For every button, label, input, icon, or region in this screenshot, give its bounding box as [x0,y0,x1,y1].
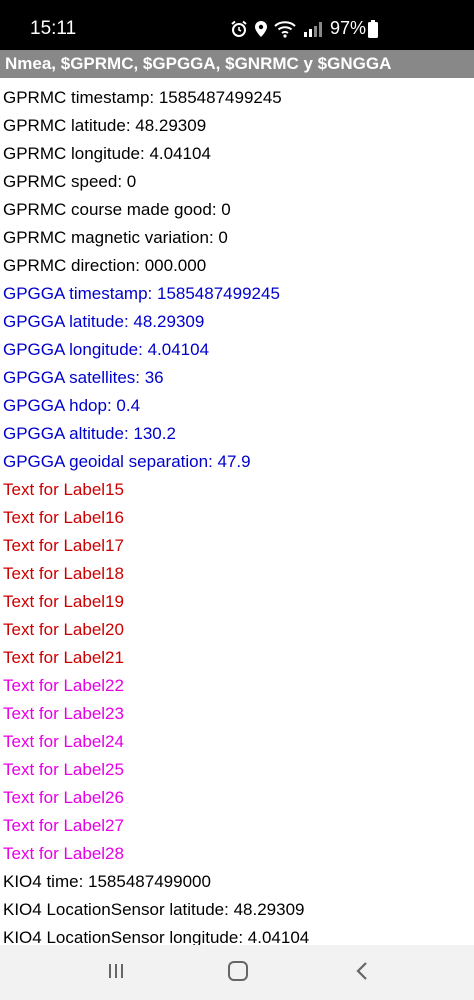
label-12: GPGGA hdop: 0.4 [3,396,141,415]
label-27: Text for Label27 [3,816,124,835]
signal-icon [302,20,324,38]
label-21: Text for Label21 [3,648,124,667]
back-button[interactable] [342,959,382,987]
label-30: KIO4 LocationSensor latitude: 48.29309 [3,900,305,919]
label-9: GPGGA latitude: 48.29309 [3,312,205,331]
label-list[interactable]: GPRMC timestamp: 1585487499245 GPRMC lati… [0,78,474,945]
label-3: GPRMC longitude: 4.04104 [3,144,211,163]
home-button[interactable] [218,959,258,987]
label-19: Text for Label19 [3,592,124,611]
label-11: GPGGA satellites: 36 [3,368,164,387]
label-25: Text for Label25 [3,760,124,779]
status-bar: 15:11 97% [0,0,474,50]
label-5: GPRMC course made good: 0 [3,200,231,219]
label-24: Text for Label24 [3,732,124,751]
status-time: 15:11 [30,18,77,39]
status-icons [230,18,324,40]
navigation-bar [0,945,474,1000]
label-31: KIO4 LocationSensor longitude: 4.04104 [3,928,310,945]
location-icon [254,20,268,38]
label-10: GPGGA longitude: 4.04104 [3,340,210,359]
label-29: KIO4 time: 1585487499000 [3,872,211,891]
label-6: GPRMC magnetic variation: 0 [3,228,228,247]
label-16: Text for Label16 [3,508,124,527]
label-13: GPGGA altitude: 130.2 [3,424,176,443]
label-20: Text for Label20 [3,620,124,639]
battery-icon [368,20,378,43]
label-28: Text for Label28 [3,844,124,863]
battery-percent: 97% [330,18,367,38]
app-screen: 15:11 97% Nmea, $GPRMC, $GPGGA, $GNRMC y… [0,0,474,1000]
recent-apps-icon [106,962,126,985]
label-23: Text for Label23 [3,704,124,723]
label-7: GPRMC direction: 000.000 [3,256,207,275]
screen-title: Nmea, $GPRMC, $GPGGA, $GNRMC y $GNGGA [5,54,392,73]
label-15: Text for Label15 [3,480,124,499]
label-22: Text for Label22 [3,676,124,695]
label-4: GPRMC speed: 0 [3,172,137,191]
label-17: Text for Label17 [3,536,124,555]
recent-apps-button[interactable] [96,959,136,987]
title-bar: Nmea, $GPRMC, $GPGGA, $GNRMC y $GNGGA [0,50,474,78]
label-8: GPGGA timestamp: 1585487499245 [3,284,280,303]
label-18: Text for Label18 [3,564,124,583]
back-icon [355,961,369,986]
home-icon [227,960,249,987]
wifi-icon [274,20,296,38]
label-2: GPRMC latitude: 48.29309 [3,116,207,135]
alarm-icon [230,20,248,38]
label-26: Text for Label26 [3,788,124,807]
label-14: GPGGA geoidal separation: 47.9 [3,452,251,471]
label-1: GPRMC timestamp: 1585487499245 [3,88,282,107]
